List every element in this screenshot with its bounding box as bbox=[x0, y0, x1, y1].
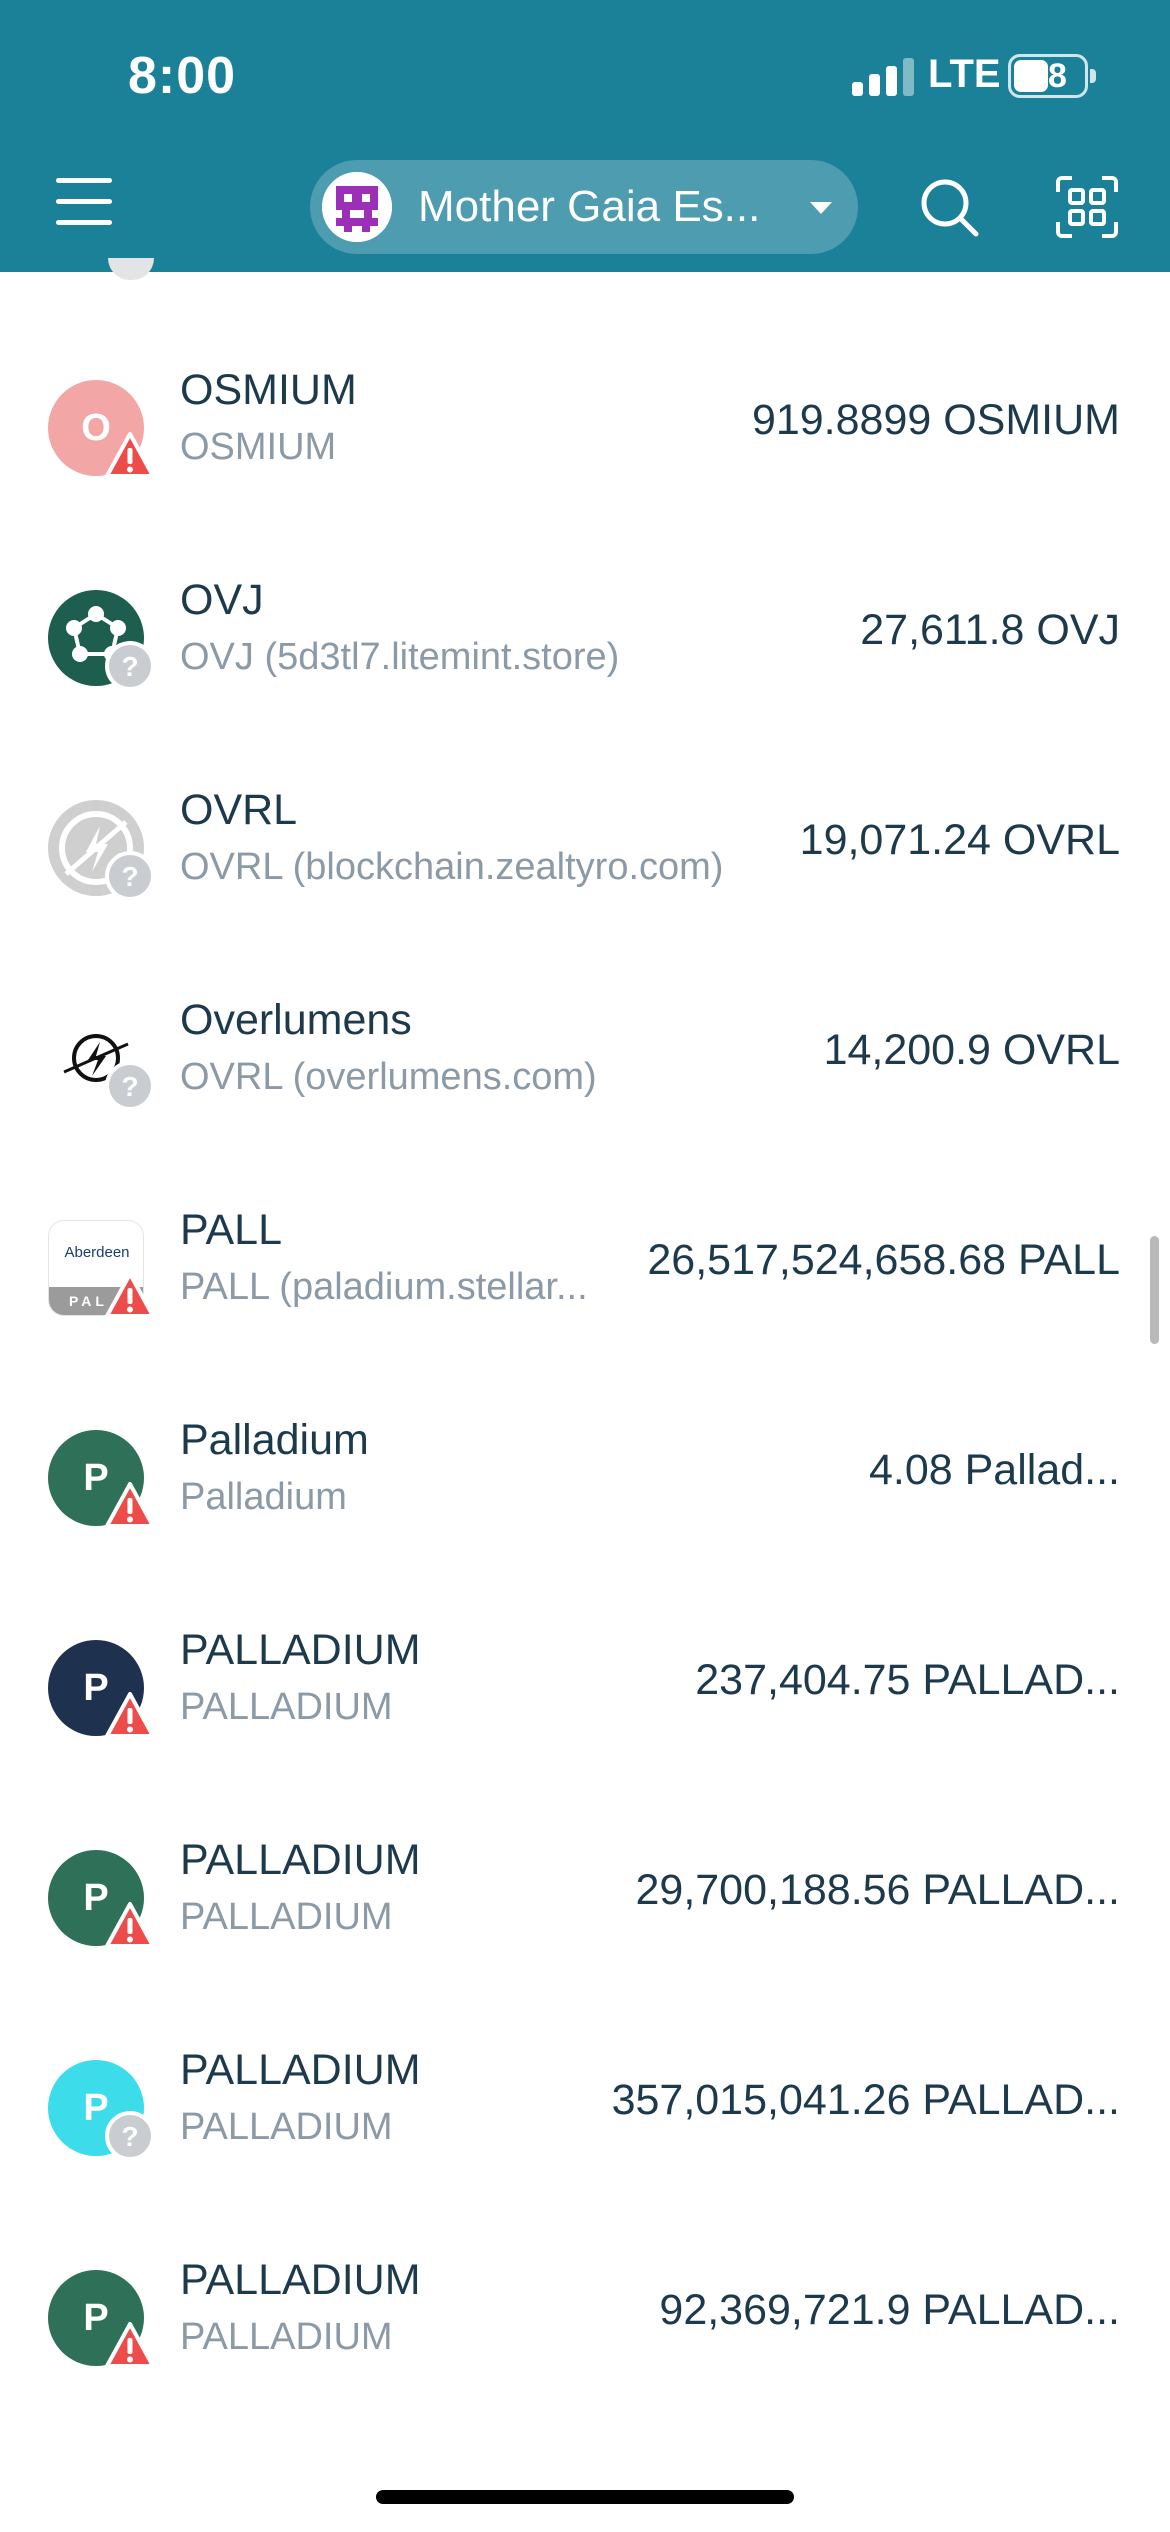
unknown-status-icon: ? bbox=[104, 2110, 156, 2162]
asset-name: PALLADIUM bbox=[180, 1626, 421, 1674]
warning-icon bbox=[104, 1270, 156, 1322]
network-type: LTE bbox=[928, 52, 1001, 96]
asset-issuer: OSMIUM bbox=[180, 426, 337, 468]
asset-issuer: PALLADIUM bbox=[180, 2316, 393, 2358]
asset-row[interactable]: ? Overlumens OVRL (overlumens.com) 14,200.9… bbox=[0, 996, 1170, 1220]
asset-name: OVJ bbox=[180, 576, 264, 624]
asset-row[interactable]: P Palladium Palladium 4.08 Pallad... bbox=[0, 1416, 1170, 1640]
warning-icon bbox=[104, 430, 156, 482]
chevron-down-icon bbox=[810, 202, 832, 214]
unknown-status-icon: ? bbox=[104, 850, 156, 902]
svg-text:?: ? bbox=[121, 861, 138, 892]
asset-row[interactable]: ? OVRL OVRL (blockchain.zealtyro.com) 19,07… bbox=[0, 786, 1170, 1010]
asset-issuer: OVRL (blockchain.zealtyro.com) bbox=[180, 846, 724, 888]
asset-row[interactable]: P PALLADIUM PALLADIUM 29,700,188.56 PALLAD.… bbox=[0, 1836, 1170, 2060]
search-icon[interactable] bbox=[918, 176, 980, 238]
asset-row[interactable]: ? OVJ OVJ (5d3tl7.litemint.store) 27,611.8 … bbox=[0, 576, 1170, 800]
battery-icon: 48 bbox=[1008, 54, 1096, 98]
asset-balance: 26,517,524,658.68 PALL bbox=[647, 1236, 1120, 1284]
scrollbar[interactable] bbox=[1150, 1236, 1159, 1344]
warning-icon bbox=[104, 1900, 156, 1952]
asset-name: PALL bbox=[180, 1206, 282, 1254]
svg-text:?: ? bbox=[121, 1071, 138, 1102]
account-name: Mother Gaia Es... bbox=[418, 182, 761, 231]
unknown-status-icon: ? bbox=[104, 640, 156, 692]
qr-scan-icon[interactable] bbox=[1056, 176, 1118, 238]
account-avatar bbox=[322, 172, 392, 242]
warning-icon bbox=[104, 1690, 156, 1742]
asset-issuer: PALL (paladium.stellar... bbox=[180, 1266, 588, 1308]
asset-issuer: PALLADIUM bbox=[180, 1896, 393, 1938]
svg-text:?: ? bbox=[121, 2121, 138, 2152]
asset-name: PALLADIUM bbox=[180, 2256, 421, 2304]
asset-balance: 14,200.9 OVRL bbox=[823, 1026, 1120, 1074]
asset-balance: 357,015,041.26 PALLAD... bbox=[611, 2076, 1120, 2124]
asset-row[interactable]: P PALLADIUM PALLADIUM 92,369,721.9 PALLAD..… bbox=[0, 2256, 1170, 2480]
asset-row[interactable]: O OSMIUM OSMIUM 919.8899 OSMIUM bbox=[0, 366, 1170, 590]
unknown-status-icon: ? bbox=[104, 1060, 156, 1112]
asset-name: OSMIUM bbox=[180, 366, 357, 414]
status-time: 8:00 bbox=[128, 47, 237, 105]
asset-name: OVRL bbox=[180, 786, 298, 834]
asset-row[interactable]: P PALLADIUM PALLADIUM 237,404.75 PALLAD... bbox=[0, 1626, 1170, 1850]
asset-issuer: OVJ (5d3tl7.litemint.store) bbox=[180, 636, 620, 678]
asset-balance: 237,404.75 PALLAD... bbox=[695, 1656, 1120, 1704]
app-header: 8:00 LTE 48 Mother Gaia Es... bbox=[0, 0, 1170, 272]
home-indicator[interactable] bbox=[376, 2490, 794, 2504]
asset-name: Palladium bbox=[180, 1416, 369, 1464]
asset-name: PALLADIUM bbox=[180, 2046, 421, 2094]
asset-balance: 92,369,721.9 PALLAD... bbox=[659, 2286, 1120, 2334]
account-selector[interactable]: Mother Gaia Es... bbox=[310, 160, 858, 254]
asset-issuer: Palladium bbox=[180, 1476, 347, 1518]
asset-name: Overlumens bbox=[180, 996, 412, 1044]
asset-balance: 29,700,188.56 PALLAD... bbox=[635, 1866, 1120, 1914]
aberdeen-logo-text: Aberdeen bbox=[64, 1244, 130, 1261]
warning-icon bbox=[104, 1480, 156, 1532]
signal-strength-icon bbox=[852, 56, 916, 96]
asset-row[interactable]: Aberdeen PAL PALL PALL (paladium.stellar...… bbox=[0, 1206, 1170, 1430]
asset-issuer: PALLADIUM bbox=[180, 2106, 393, 2148]
asset-balance: 4.08 Pallad... bbox=[868, 1446, 1120, 1494]
asset-issuer: OVRL (overlumens.com) bbox=[180, 1056, 597, 1098]
svg-text:?: ? bbox=[121, 651, 138, 682]
asset-row[interactable]: P? PALLADIUM PALLADIUM 357,015,041.26 PALLA… bbox=[0, 2046, 1170, 2270]
partial-row-badge bbox=[108, 258, 154, 280]
asset-balance: 27,611.8 OVJ bbox=[860, 606, 1120, 654]
battery-level: 48 bbox=[1029, 57, 1067, 95]
menu-button[interactable] bbox=[56, 178, 112, 226]
asset-balance: 919.8899 OSMIUM bbox=[751, 396, 1120, 444]
asset-issuer: PALLADIUM bbox=[180, 1686, 393, 1728]
asset-name: PALLADIUM bbox=[180, 1836, 421, 1884]
warning-icon bbox=[104, 2320, 156, 2372]
asset-balance: 19,071.24 OVRL bbox=[799, 816, 1120, 864]
